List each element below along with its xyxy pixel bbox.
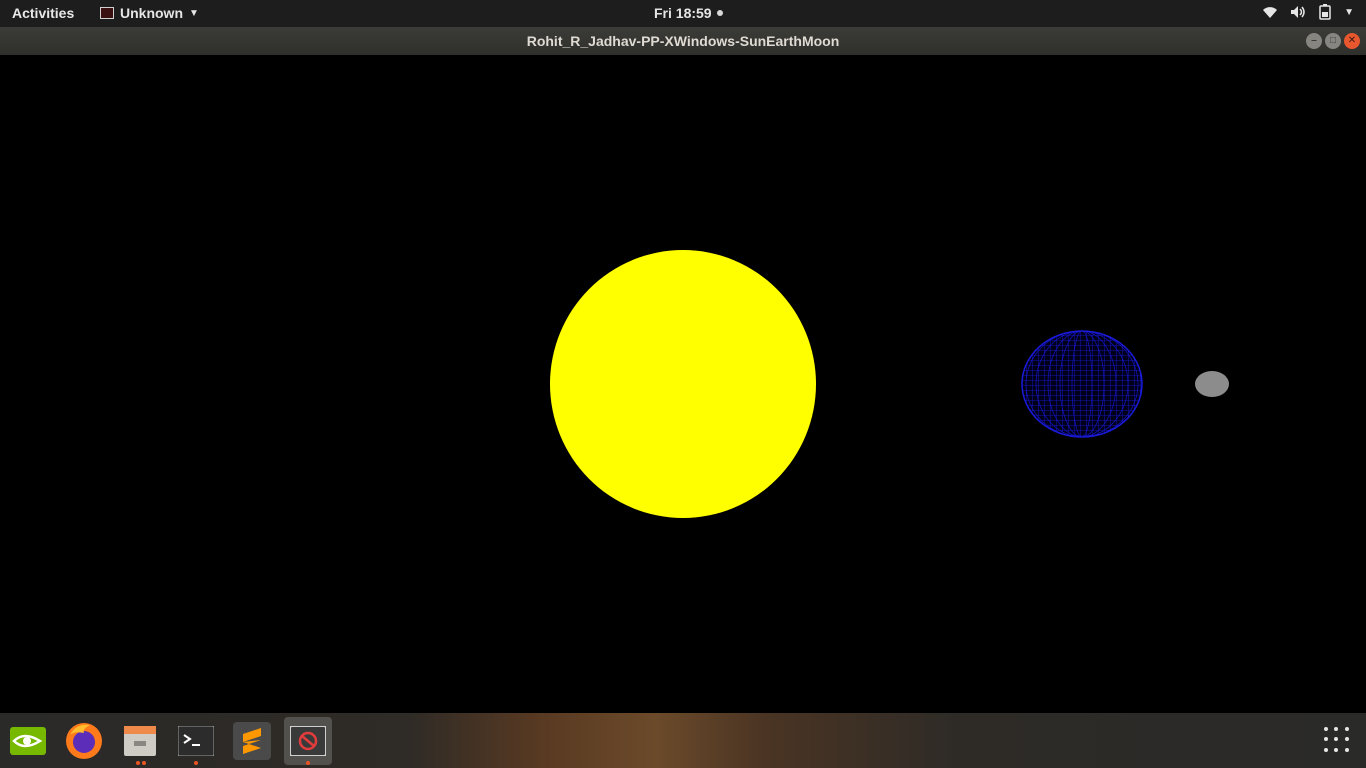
sublime-text-icon xyxy=(233,722,271,760)
dock xyxy=(0,713,1366,768)
moon xyxy=(1195,371,1229,397)
clock-label: Fri 18:59 xyxy=(654,5,712,21)
files-launcher[interactable] xyxy=(116,717,164,765)
app-menu-label: Unknown xyxy=(120,5,183,21)
minimize-button[interactable]: – xyxy=(1306,33,1322,49)
scene-svg xyxy=(550,250,1229,518)
volume-icon xyxy=(1290,5,1306,19)
activities-button[interactable]: Activities xyxy=(12,5,74,21)
app-window-icon xyxy=(100,7,114,19)
show-applications-button[interactable] xyxy=(1324,727,1350,753)
running-indicator xyxy=(194,761,198,765)
app-window-icon xyxy=(290,726,326,756)
wifi-icon xyxy=(1262,5,1278,19)
running-indicator xyxy=(136,761,140,765)
earth xyxy=(1021,330,1143,438)
render-canvas[interactable] xyxy=(0,55,1366,713)
window-title: Rohit_R_Jadhav-PP-XWindows-SunEarthMoon xyxy=(526,33,840,49)
files-icon xyxy=(124,726,156,756)
battery-icon xyxy=(1318,4,1332,20)
close-button[interactable]: ✕ xyxy=(1344,33,1360,49)
xwindows-app-launcher[interactable] xyxy=(284,717,332,765)
running-indicator xyxy=(306,761,310,765)
app-menu[interactable]: Unknown ▼ xyxy=(100,5,199,21)
window-titlebar[interactable]: Rohit_R_Jadhav-PP-XWindows-SunEarthMoon … xyxy=(0,27,1366,55)
chevron-down-icon: ▼ xyxy=(1344,6,1354,18)
sublime-text-launcher[interactable] xyxy=(228,717,276,765)
clock[interactable]: Fri 18:59 xyxy=(654,5,723,21)
running-indicator xyxy=(142,761,146,765)
maximize-button[interactable]: □ xyxy=(1325,33,1341,49)
firefox-launcher[interactable] xyxy=(60,717,108,765)
sun xyxy=(550,250,816,518)
firefox-icon xyxy=(66,723,102,759)
system-menu[interactable]: ▼ xyxy=(1262,4,1354,20)
nvidia-settings-launcher[interactable] xyxy=(4,717,52,765)
notification-dot-icon xyxy=(716,10,723,16)
terminal-icon xyxy=(178,726,214,756)
chevron-down-icon: ▼ xyxy=(189,7,199,19)
nvidia-icon xyxy=(10,727,46,755)
terminal-launcher[interactable] xyxy=(172,717,220,765)
top-panel: Activities Unknown ▼ Fri 18:59 ▼ xyxy=(0,0,1366,27)
